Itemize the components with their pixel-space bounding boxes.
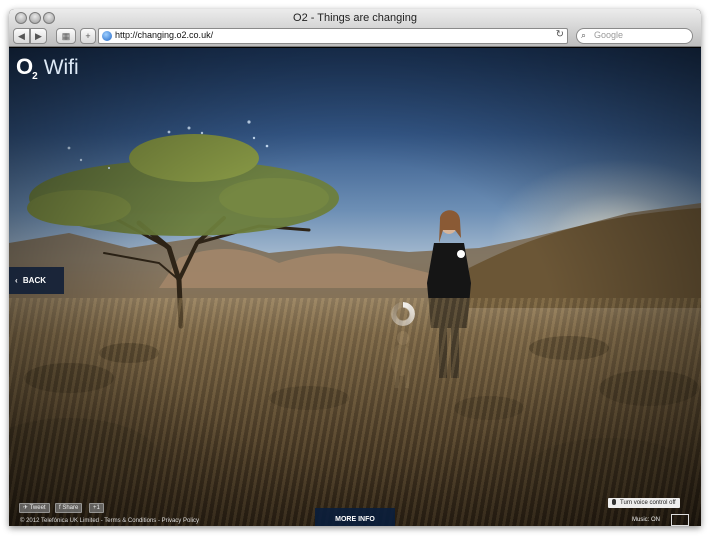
window-title: O2 - Things are changing [293, 12, 417, 24]
o2-wifi-logo[interactable]: O2 Wifi [16, 54, 79, 82]
footer-legal: © 2012 Telefónica UK Limited - Terms & C… [20, 518, 199, 524]
o2-logo-letter: O [16, 54, 33, 79]
more-info-button[interactable]: MORE INFO [315, 508, 395, 526]
voice-control-toggle[interactable]: Turn voice control off [608, 498, 680, 508]
privacy-link[interactable]: Privacy Policy [162, 518, 199, 524]
bookmarks-grid-button[interactable]: ▦ [56, 28, 76, 44]
voice-control-label: Turn voice control off [620, 500, 676, 506]
back-button[interactable]: ‹ BACK [9, 267, 64, 294]
twitter-icon: ✈ [23, 505, 29, 511]
wifi-logo-text: Wifi [43, 56, 79, 79]
music-toggle[interactable]: Music: ON [632, 517, 660, 523]
share-label: Share [62, 505, 79, 511]
globe-icon [102, 31, 112, 41]
microphone-icon [612, 499, 616, 505]
loading-spinner-icon [391, 302, 415, 326]
browser-window: O2 - Things are changing ◀ ▶ ▦ + http://… [9, 9, 701, 526]
tweet-button[interactable]: ✈ Tweet [19, 503, 50, 513]
web-page: O2 Wifi ‹ BACK ✈ Tweet f Share +1 © 2012 … [9, 48, 701, 526]
address-bar[interactable]: http://changing.o2.co.uk/ ↻ [98, 28, 568, 44]
grid-icon: ▦ [61, 31, 71, 41]
tweet-label: Tweet [29, 505, 46, 511]
forward-browser-button[interactable]: ▶ [30, 28, 47, 44]
url-text: http://changing.o2.co.uk/ [115, 30, 214, 40]
copyright-text: © 2012 Telefónica UK Limited [20, 518, 100, 524]
search-placeholder: Google [594, 30, 624, 40]
google-plus-button[interactable]: +1 [89, 503, 104, 513]
facebook-share-button[interactable]: f Share [55, 503, 83, 513]
back-browser-button[interactable]: ◀ [13, 28, 30, 44]
browser-toolbar: ◀ ▶ ▦ + http://changing.o2.co.uk/ ↻ ⌕ Go… [9, 27, 701, 47]
plus-icon: + [85, 31, 91, 41]
o2-logo-sub: 2 [32, 71, 38, 82]
search-field[interactable]: ⌕ Google [576, 28, 693, 44]
add-bookmark-button[interactable]: + [80, 28, 96, 44]
terms-link[interactable]: Terms & Conditions [104, 518, 156, 524]
back-label: BACK [22, 276, 47, 285]
title-bar: O2 - Things are changing [9, 9, 701, 27]
vignette [9, 48, 701, 526]
facebook-icon: f [59, 505, 61, 511]
fullscreen-icon[interactable] [671, 514, 689, 526]
search-icon: ⌕ [581, 30, 587, 40]
chevron-left-icon: ‹ [15, 276, 18, 285]
plus-one-label: +1 [93, 505, 100, 511]
reload-icon[interactable]: ↻ [556, 29, 564, 40]
